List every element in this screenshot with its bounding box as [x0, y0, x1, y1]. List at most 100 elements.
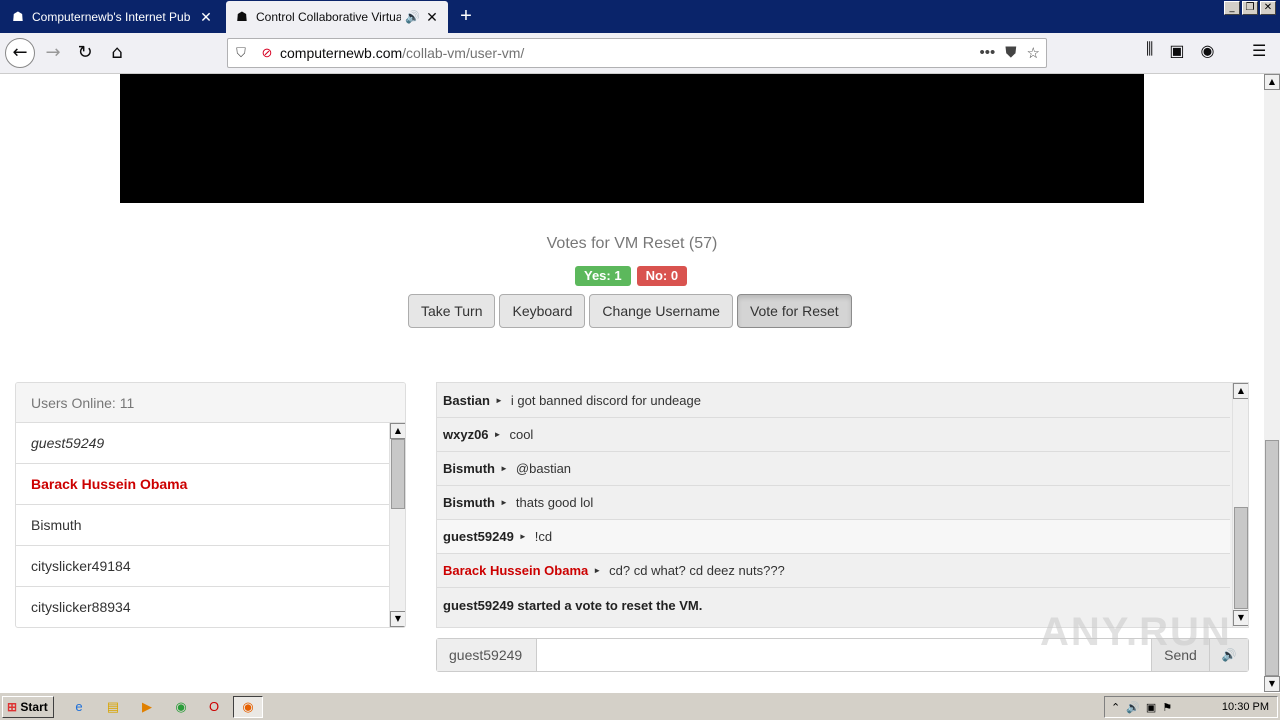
scroll-thumb[interactable] — [1234, 507, 1248, 609]
url-host: computernewb.com — [280, 45, 403, 61]
tab-collab-vm[interactable]: ☗ Control Collaborative Virtual M 🔊 ✕ — [226, 1, 448, 33]
scroll-thumb[interactable] — [1265, 440, 1279, 676]
chat-text: @bastian — [515, 461, 572, 476]
speaker-icon[interactable]: 🔊 — [405, 10, 420, 24]
arrow-icon: ► — [500, 498, 508, 507]
chat-username: guest59249 — [443, 529, 514, 544]
window-close-button[interactable]: ✕ — [1260, 1, 1276, 15]
users-scrollbar[interactable]: ▲ ▼ — [389, 423, 405, 627]
firefox-taskbar-button[interactable]: ◉ — [233, 696, 263, 718]
arrow-icon: ► — [494, 395, 503, 405]
library-icon[interactable]: ⫼ — [1146, 41, 1153, 61]
url-path: /collab-vm/user-vm/ — [402, 45, 525, 61]
clock[interactable]: 10:30 PM — [1222, 701, 1269, 713]
scroll-up-arrow-icon[interactable]: ▲ — [1264, 74, 1280, 90]
address-bar[interactable]: ⛉ ⊘ computernewb.com/collab-vm/user-vm/ … — [227, 38, 1047, 68]
scroll-down-arrow-icon[interactable]: ▼ — [1264, 676, 1280, 692]
page-actions-icon[interactable]: ••• — [980, 44, 996, 62]
tab-title: Computernewb's Internet Pub Hub — [32, 10, 194, 24]
user-item[interactable]: Bismuth — [16, 505, 389, 546]
media-player-icon[interactable]: ▶ — [138, 698, 156, 716]
minimize-button[interactable]: _ — [1224, 1, 1240, 15]
chat-username-label: guest59249 — [437, 639, 537, 671]
url-text[interactable]: computernewb.com/collab-vm/user-vm/ — [280, 45, 980, 61]
scroll-thumb[interactable] — [391, 439, 405, 509]
reload-button[interactable]: ↻ — [70, 38, 100, 68]
window-controls: _ ❐ ✕ — [1224, 1, 1276, 15]
keyboard-button[interactable]: Keyboard — [499, 294, 586, 328]
tab-pub-hub[interactable]: ☗ Computernewb's Internet Pub Hub ✕ — [2, 1, 222, 33]
bookmark-star-icon[interactable]: ☆ — [1027, 44, 1040, 62]
start-button[interactable]: ⊞ Start — [2, 696, 54, 718]
take-turn-button[interactable]: Take Turn — [408, 294, 496, 328]
chrome-icon[interactable]: ◉ — [172, 698, 190, 716]
browser-tab-bar: ☗ Computernewb's Internet Pub Hub ✕ ☗ Co… — [0, 0, 1280, 33]
chat-panel: Bastian ► i got banned discord for undea… — [436, 382, 1249, 628]
vm-action-buttons: Take Turn Keyboard Change Username Vote … — [408, 294, 852, 328]
shield-icon[interactable]: ⛉ — [228, 45, 254, 61]
site-favicon-icon: ☗ — [236, 9, 248, 24]
chat-username: Bismuth — [443, 495, 495, 510]
start-label: Start — [20, 700, 48, 714]
opera-icon[interactable]: O — [205, 698, 223, 716]
change-username-button[interactable]: Change Username — [589, 294, 733, 328]
chat-username: Bastian — [443, 392, 490, 408]
insecure-lock-icon[interactable]: ⊘ — [254, 45, 280, 61]
folder-icon[interactable]: ▤ — [104, 698, 122, 716]
pocket-icon[interactable]: ⛊ — [1005, 44, 1016, 62]
user-item[interactable]: guest59249 — [16, 423, 389, 464]
chat-username: Barack Hussein Obama — [443, 563, 589, 578]
sidebar-icon[interactable]: ▣ — [1169, 41, 1184, 61]
chat-message: Barack Hussein Obama ► cd? cd what? cd d… — [437, 554, 1230, 588]
windows-logo-icon: ⊞ — [7, 700, 18, 714]
forward-button[interactable]: → — [38, 38, 68, 68]
windows-taskbar: ⊞ Start e ▤ ▶ ◉ O ◉ ⌃ 🔊 ▣ ⚑ 10:30 PM — [0, 692, 1280, 720]
network-icon[interactable]: ▣ — [1146, 701, 1156, 714]
system-tray: ⌃ 🔊 ▣ ⚑ 10:30 PM — [1104, 696, 1278, 718]
scroll-down-arrow-icon[interactable]: ▼ — [1233, 610, 1248, 626]
navigation-toolbar: ← → ↻ ⌂ ⛉ ⊘ computernewb.com/collab-vm/u… — [0, 33, 1280, 74]
user-item[interactable]: Barack Hussein Obama — [16, 464, 389, 505]
chat-text: cd? cd what? cd deez nuts??? — [609, 563, 785, 578]
volume-tray-icon[interactable]: 🔊 — [1126, 701, 1140, 714]
user-item[interactable]: cityslicker88934 — [16, 587, 389, 627]
arrow-icon: ► — [593, 566, 602, 575]
tab-close-icon[interactable]: ✕ — [198, 9, 214, 26]
users-list: guest59249 Barack Hussein Obama Bismuth … — [16, 423, 389, 627]
vm-display[interactable] — [120, 74, 1144, 203]
page-viewport: Votes for VM Reset (57) Yes: 1 No: 0 Tak… — [0, 74, 1264, 692]
arrow-icon: ► — [500, 464, 508, 473]
arrow-icon: ► — [518, 532, 527, 541]
new-tab-button[interactable]: + — [455, 6, 477, 28]
tray-expand-icon[interactable]: ⌃ — [1111, 701, 1120, 714]
user-item[interactable]: cityslicker49184 — [16, 546, 389, 587]
hamburger-menu-icon[interactable]: ☰ — [1252, 41, 1266, 61]
vote-yes-badge: Yes: 1 — [575, 266, 631, 286]
restore-button[interactable]: ❐ — [1242, 1, 1258, 15]
chat-text: cool — [509, 427, 534, 442]
users-online-header: Users Online: 11 — [16, 383, 405, 423]
scroll-up-arrow-icon[interactable]: ▲ — [1233, 383, 1248, 399]
vote-badges: Yes: 1 No: 0 — [575, 266, 688, 286]
scroll-up-arrow-icon[interactable]: ▲ — [390, 423, 405, 439]
vote-reset-button[interactable]: Vote for Reset — [736, 294, 852, 328]
chat-message: Bastian ► i got banned discord for undea… — [437, 383, 1230, 418]
vote-no-badge: No: 0 — [636, 266, 688, 286]
chat-scrollbar[interactable]: ▲ ▼ — [1232, 383, 1248, 627]
chat-messages: Bastian ► i got banned discord for undea… — [437, 383, 1230, 622]
users-panel: Users Online: 11 guest59249 Barack Husse… — [15, 382, 406, 628]
back-button[interactable]: ← — [5, 38, 35, 68]
firefox-icon: ◉ — [242, 699, 254, 714]
chat-text: thats good lol — [515, 495, 594, 510]
page-scrollbar[interactable]: ▲ ▼ — [1264, 74, 1280, 692]
arrow-icon: ► — [493, 430, 502, 439]
home-button[interactable]: ⌂ — [102, 38, 132, 68]
site-favicon-icon: ☗ — [12, 9, 24, 24]
internet-explorer-icon[interactable]: e — [70, 698, 88, 716]
tab-close-icon[interactable]: ✕ — [424, 9, 440, 26]
action-center-flag-icon[interactable]: ⚑ — [1162, 701, 1172, 714]
tab-title: Control Collaborative Virtual M — [256, 10, 402, 24]
account-icon[interactable]: ◉ — [1201, 41, 1215, 61]
scroll-down-arrow-icon[interactable]: ▼ — [390, 611, 405, 627]
chat-username: Bismuth — [443, 461, 495, 476]
